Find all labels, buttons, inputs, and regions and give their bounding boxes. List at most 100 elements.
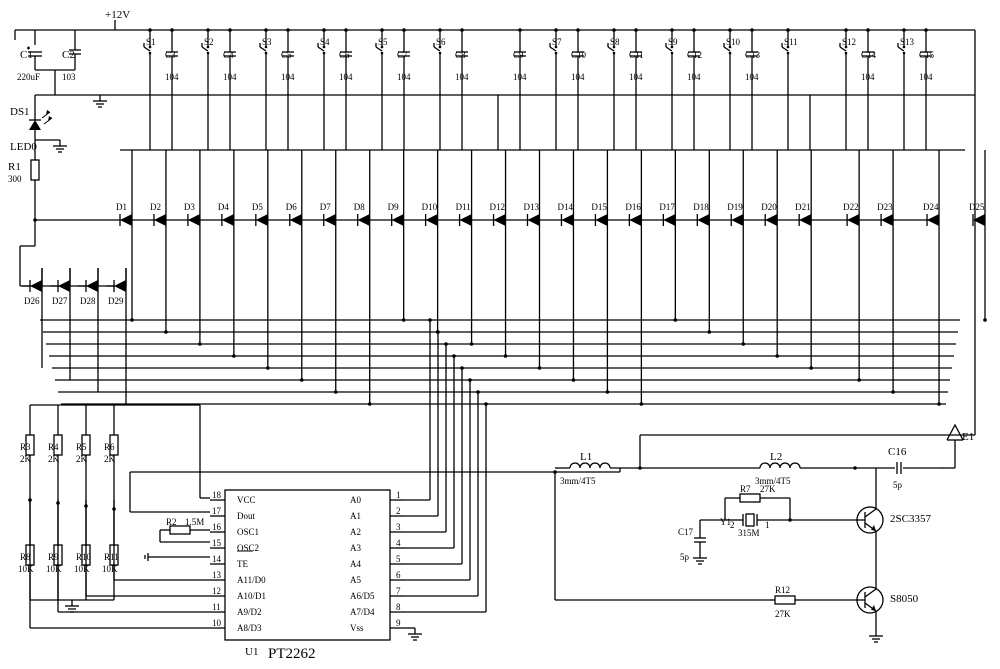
svg-text:D27: D27 — [52, 296, 68, 306]
svg-text:PT2262: PT2262 — [268, 646, 316, 662]
svg-text:27K: 27K — [775, 609, 791, 619]
svg-text:D14: D14 — [557, 202, 573, 212]
svg-text:R12: R12 — [775, 585, 790, 595]
svg-text:5p: 5p — [680, 552, 690, 562]
svg-text:R1: R1 — [8, 161, 21, 173]
svg-text:R11: R11 — [104, 552, 119, 562]
svg-text:LED0: LED0 — [10, 141, 37, 153]
svg-text:A5: A5 — [350, 575, 361, 585]
svg-text:A3: A3 — [350, 543, 361, 553]
svg-text:S11: S11 — [784, 37, 798, 47]
svg-text:6: 6 — [396, 570, 401, 580]
svg-text:DS1: DS1 — [10, 106, 30, 118]
svg-text:12: 12 — [212, 586, 221, 596]
svg-text:D1: D1 — [116, 202, 127, 212]
svg-text:3: 3 — [396, 522, 401, 532]
svg-text:D22: D22 — [843, 202, 859, 212]
svg-text:104: 104 — [861, 72, 875, 82]
svg-text:R6: R6 — [104, 442, 115, 452]
svg-text:R5: R5 — [76, 442, 87, 452]
svg-text:104: 104 — [165, 72, 179, 82]
svg-text:R7: R7 — [740, 484, 751, 494]
svg-text:16: 16 — [212, 522, 222, 532]
svg-text:104: 104 — [919, 72, 933, 82]
svg-text:D10: D10 — [422, 202, 438, 212]
svg-text:C7: C7 — [397, 50, 408, 60]
svg-text:Vss: Vss — [350, 623, 364, 633]
svg-text:13: 13 — [212, 570, 222, 580]
svg-text:R3: R3 — [20, 442, 31, 452]
svg-text:1: 1 — [396, 490, 401, 500]
svg-text:D9: D9 — [388, 202, 399, 212]
c2: C2 103 — [62, 30, 81, 82]
svg-text:18: 18 — [212, 490, 222, 500]
svg-text:104: 104 — [223, 72, 237, 82]
svg-text:D12: D12 — [490, 202, 506, 212]
svg-text:315M: 315M — [738, 528, 760, 538]
svg-text:D25: D25 — [969, 202, 985, 212]
svg-text:220uF: 220uF — [17, 72, 40, 82]
svg-text:10: 10 — [212, 618, 222, 628]
svg-text:S1: S1 — [146, 37, 156, 47]
svg-text:104: 104 — [339, 72, 353, 82]
svg-text:A4: A4 — [350, 559, 361, 569]
svg-text:S4: S4 — [320, 37, 330, 47]
svg-text:S6: S6 — [436, 37, 446, 47]
led-branch: DS1 LED0 R1 300 — [8, 95, 67, 220]
svg-text:1: 1 — [765, 520, 770, 530]
svg-text:D7: D7 — [320, 202, 331, 212]
svg-text:D24: D24 — [923, 202, 939, 212]
svg-text:10K: 10K — [18, 564, 34, 574]
svg-text:TE: TE — [237, 559, 248, 569]
svg-text:300: 300 — [8, 174, 22, 184]
svg-text:104: 104 — [455, 72, 469, 82]
svg-text:C17: C17 — [678, 527, 694, 537]
svg-text:C2: C2 — [62, 49, 75, 61]
svg-text:C13: C13 — [745, 50, 761, 60]
svg-text:D4: D4 — [218, 202, 229, 212]
svg-text:Dout: Dout — [237, 511, 255, 521]
svg-text:R2: R2 — [166, 517, 177, 527]
svg-text:C5: C5 — [281, 50, 292, 60]
svg-text:R4: R4 — [48, 442, 59, 452]
svg-text:11: 11 — [212, 602, 221, 612]
svg-text:2SC3357: 2SC3357 — [890, 513, 931, 525]
vcc-label: +12V — [105, 9, 130, 21]
svg-text:OSC1: OSC1 — [237, 527, 259, 537]
svg-text:A6/D5: A6/D5 — [350, 591, 375, 601]
svg-text:C3: C3 — [165, 50, 176, 60]
svg-text:104: 104 — [629, 72, 643, 82]
svg-text:104: 104 — [571, 72, 585, 82]
rf-stage: L1 3mm/4T5 L2 3mm/4T5 C16 5p E1 2SC3357 … — [553, 30, 975, 642]
svg-text:5: 5 — [396, 554, 401, 564]
svg-text:R10: R10 — [76, 552, 92, 562]
svg-text:C11: C11 — [629, 50, 644, 60]
svg-text:E1: E1 — [962, 431, 974, 443]
svg-text:5p: 5p — [893, 480, 903, 490]
svg-text:27K: 27K — [760, 484, 776, 494]
svg-text:14: 14 — [212, 554, 222, 564]
svg-text:S8: S8 — [610, 37, 620, 47]
svg-text:2: 2 — [730, 520, 735, 530]
svg-text:S3: S3 — [262, 37, 272, 47]
svg-text:D8: D8 — [354, 202, 365, 212]
svg-text:C12: C12 — [687, 50, 702, 60]
svg-text:D13: D13 — [524, 202, 540, 212]
svg-text:D2: D2 — [150, 202, 161, 212]
svg-text:4: 4 — [396, 538, 401, 548]
svg-text:9: 9 — [396, 618, 401, 628]
svg-text:D18: D18 — [693, 202, 709, 212]
svg-text:3mm/4T5: 3mm/4T5 — [560, 476, 596, 486]
svg-text:C6: C6 — [339, 50, 350, 60]
ic-u1: VCC18Dout17OSC116OSC215TE14A11/D013A10/D… — [210, 490, 405, 662]
svg-text:A10/D1: A10/D1 — [237, 591, 266, 601]
svg-text:1.5M: 1.5M — [185, 517, 204, 527]
svg-text:A7/D4: A7/D4 — [350, 607, 375, 617]
svg-text:D20: D20 — [761, 202, 777, 212]
svg-text:D21: D21 — [795, 202, 811, 212]
svg-text:104: 104 — [687, 72, 701, 82]
svg-text:D11: D11 — [456, 202, 471, 212]
svg-text:S9: S9 — [668, 37, 678, 47]
svg-text:103: 103 — [62, 72, 76, 82]
c1: C1 220uF — [17, 30, 42, 82]
